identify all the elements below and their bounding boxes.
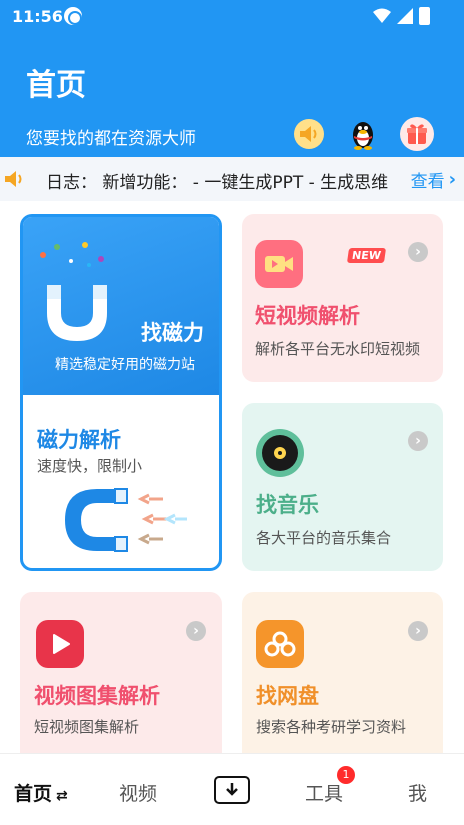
page-title: 首页 — [26, 68, 86, 103]
bottom-nav: 首页 ⇄ 视频 工具 1 我 — [0, 753, 464, 825]
album-parse-title: 视频图集解析 — [34, 684, 160, 708]
chevron-right-icon: › — [408, 431, 428, 451]
netdisk-desc: 搜索各种考研学习资料 — [256, 718, 407, 736]
album-parse-desc: 短视频图集解析 — [34, 718, 140, 736]
music-card[interactable]: › 找音乐 各大平台的音乐集合 — [242, 403, 443, 571]
video-parse-title: 短视频解析 — [255, 304, 360, 328]
magnet-u-icon — [40, 242, 107, 341]
announcement-icon — [5, 171, 22, 187]
signal-icon — [397, 8, 413, 24]
chevron-right-icon: › — [448, 168, 456, 190]
find-magnet-panel[interactable]: 找磁力 精选稳定好用的磁力站 — [23, 217, 219, 395]
status-indicators — [373, 6, 430, 26]
nav-home[interactable]: 首页 ⇄ — [14, 779, 68, 806]
page-subtitle: 您要找的都在资源大师 — [26, 129, 196, 149]
video-parse-desc: 解析各平台无水印短视频 — [255, 340, 421, 358]
netdisk-card[interactable]: › 找网盘 搜索各种考研学习资料 — [242, 592, 443, 772]
new-badge: NEW — [346, 248, 386, 263]
magnet-card: 找磁力 精选稳定好用的磁力站 磁力解析 速度快，限制小 — [20, 214, 222, 571]
gift-icon[interactable] — [400, 117, 434, 151]
notice-view-label: 查看 — [410, 171, 445, 192]
notice-bar[interactable]: 日志： 新增功能： - 一键生成PPT - 生成思维 查看 › — [0, 157, 464, 201]
nav-home-label: 首页 — [14, 783, 53, 805]
netdisk-title: 找网盘 — [256, 684, 319, 708]
find-magnet-title: 找磁力 — [141, 321, 204, 345]
tools-notification-badge: 1 — [337, 766, 355, 784]
play-icon — [36, 620, 84, 668]
nav-video[interactable]: 视频 — [119, 779, 157, 806]
sync-icon — [64, 7, 82, 25]
chevron-right-icon: › — [186, 621, 206, 641]
cloud-disk-icon — [256, 620, 304, 668]
notice-text: 日志： 新增功能： - 一键生成PPT - 生成思维 — [46, 173, 389, 193]
nav-me[interactable]: 我 — [408, 779, 427, 806]
video-parse-card[interactable]: NEW › 短视频解析 解析各平台无水印短视频 — [242, 214, 443, 382]
music-desc: 各大平台的音乐集合 — [256, 529, 392, 547]
status-time: 11:56 — [12, 7, 63, 26]
penguin-icon[interactable] — [348, 119, 378, 150]
vinyl-record-icon — [256, 429, 304, 477]
music-title: 找音乐 — [256, 493, 319, 517]
speaker-icon[interactable] — [294, 119, 324, 149]
chevron-right-icon: › — [408, 621, 428, 641]
find-magnet-desc: 精选稳定好用的磁力站 — [55, 357, 195, 373]
swap-icon: ⇄ — [56, 788, 68, 804]
notice-view-link[interactable]: 查看 › — [400, 157, 456, 201]
video-camera-icon — [255, 240, 303, 288]
wifi-icon — [373, 8, 391, 23]
magnet-attract-icon — [65, 488, 187, 552]
app-header: 11:56 首页 您要找的都在资源大师 — [0, 0, 464, 157]
magnet-parse-title: 磁力解析 — [37, 428, 121, 452]
chevron-right-icon: › — [408, 242, 428, 262]
magnet-parse-desc: 速度快，限制小 — [37, 457, 143, 475]
status-bar: 11:56 — [0, 0, 464, 32]
nav-tools[interactable]: 工具 — [305, 779, 343, 806]
download-icon[interactable] — [214, 776, 250, 804]
battery-icon — [419, 7, 430, 25]
album-parse-card[interactable]: › 视频图集解析 短视频图集解析 — [20, 592, 222, 772]
